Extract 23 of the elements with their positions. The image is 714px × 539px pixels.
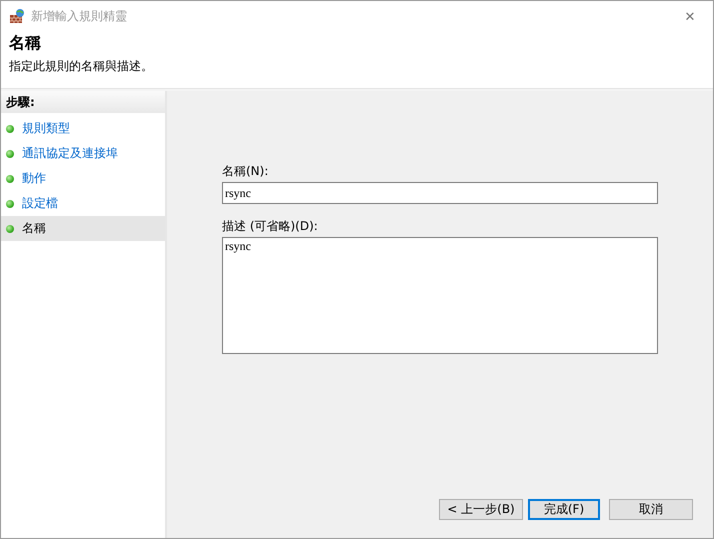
name-field[interactable]: rsync (222, 182, 658, 204)
status-dot-icon (6, 150, 14, 158)
description-label: 描述 (可省略)(D): (222, 218, 319, 235)
step-link[interactable]: 動作 (22, 170, 46, 187)
steps-heading: 步驟: (1, 91, 165, 113)
step-link[interactable]: 設定檔 (22, 195, 58, 212)
current-step[interactable]: 名稱 (22, 220, 46, 237)
status-dot-icon (6, 124, 14, 132)
step-link[interactable]: 規則類型 (22, 120, 70, 137)
page-subtitle: 指定此規則的名稱與描述。 (9, 58, 154, 75)
close-button[interactable]: ✕ (667, 1, 713, 31)
page-title: 名稱 (9, 33, 42, 54)
status-dot-icon (6, 224, 14, 232)
back-button[interactable]: < 上一步(B) (439, 499, 523, 520)
status-dot-icon (6, 174, 14, 182)
status-dot-icon (6, 200, 14, 208)
name-label: 名稱(N): (222, 163, 270, 180)
firewall-icon (9, 8, 25, 24)
description-field[interactable]: rsync (222, 237, 658, 354)
step-link[interactable]: 通訊協定及連接埠 (22, 145, 118, 162)
cancel-button[interactable]: 取消 (609, 499, 693, 520)
window-title: 新增輸入規則精靈 (31, 8, 128, 24)
finish-button[interactable]: 完成(F) (528, 499, 600, 520)
